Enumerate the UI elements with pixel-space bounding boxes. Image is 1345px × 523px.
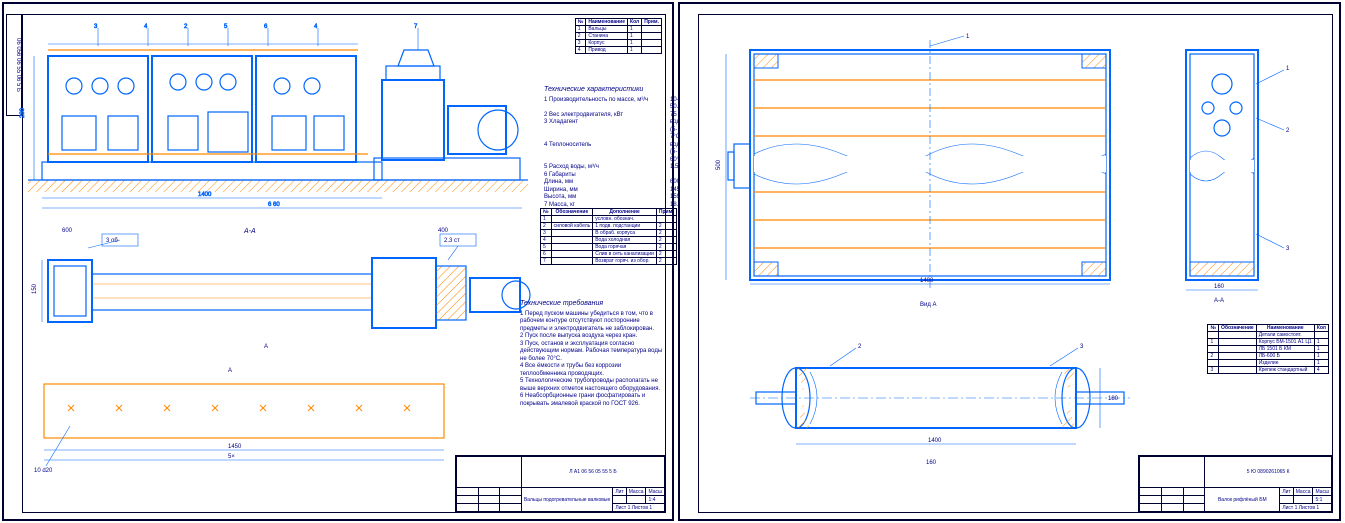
view-label-a: А-А (244, 228, 256, 235)
svg-text:1400: 1400 (928, 438, 942, 444)
svg-text:1450: 1450 (228, 444, 242, 450)
svg-text:4: 4 (144, 24, 148, 30)
svg-text:A: A (228, 368, 232, 374)
svg-text:2: 2 (1286, 128, 1290, 134)
svg-text:2: 2 (184, 24, 188, 30)
sheet1-foundation-view: A 1450 5× 10 d20 (28, 366, 468, 476)
zones-table: №ОбозначениеДополнениеПрим. 1условн. обо… (540, 208, 677, 265)
drawing-sheet-2: 1 1400 500 Вид A 1 2 3 А-А 160 (678, 2, 1341, 521)
svg-text:150: 150 (32, 283, 38, 294)
sheet2-main-view: 1 1400 500 Вид A (720, 34, 1140, 314)
svg-text:600: 600 (62, 228, 73, 234)
balloon: 3 (94, 24, 98, 30)
svg-text:1: 1 (1286, 66, 1290, 72)
title-block-1: Л А1 06 56 05 55 5 Б Вальцы подогревател… (455, 455, 666, 513)
svg-text:1400: 1400 (920, 278, 934, 284)
svg-text:А-А: А-А (1214, 298, 1224, 304)
svg-text:160: 160 (1214, 284, 1225, 290)
tech-characteristics: Технические характеристики 1 Производите… (544, 86, 668, 209)
sheet1-sidecode: 06 056 06 55 06 5 Б (6, 14, 22, 116)
svg-text:1400: 1400 (198, 192, 212, 198)
svg-text:180: 180 (1108, 396, 1119, 402)
svg-text:Вид A: Вид A (920, 302, 937, 308)
svg-text:6 60: 6 60 (268, 202, 280, 208)
svg-text:5×: 5× (228, 454, 235, 460)
sheet2-axial-view: 1400 180 2 3 160 (750, 340, 1130, 470)
title-block-2: 5 Ю 0890261065 К Валок рифлёный БМЛитМас… (1138, 455, 1333, 513)
sheet1-front-view: 3 4 2 5 6 4 7 1400 6 60 280 (28, 22, 528, 207)
svg-text:400: 400 (438, 228, 449, 234)
drawing-sheet-1: 06 056 06 55 06 5 Б (2, 2, 674, 521)
svg-text:6: 6 (264, 24, 268, 30)
svg-text:2.3 ст: 2.3 ст (444, 238, 460, 244)
sheet2-side-view: 1 2 3 А-А 160 (1156, 34, 1306, 314)
parts-table: №НаименованиеКолПрим. 1Вальцы1 2Станина1… (575, 18, 662, 54)
svg-text:1: 1 (966, 34, 970, 40)
svg-text:500: 500 (716, 159, 722, 170)
spec-table: №ОбозначениеНаименованиеКол Детали самос… (1207, 324, 1329, 374)
svg-text:5: 5 (224, 24, 228, 30)
svg-text:10 d20: 10 d20 (34, 468, 53, 474)
svg-text:3: 3 (1080, 344, 1084, 350)
svg-text:3: 3 (1286, 246, 1290, 252)
sheet1-plan-view: 3 об 2.3 ст 600 400 150 А (28, 230, 528, 350)
svg-text:280: 280 (20, 107, 26, 118)
svg-text:160: 160 (926, 460, 937, 466)
svg-text:4: 4 (314, 24, 318, 30)
svg-text:2: 2 (858, 344, 862, 350)
svg-text:7: 7 (414, 24, 418, 30)
section-label-a: А (264, 344, 268, 350)
tech-requirements: Технические требования 1 Перед пуском ма… (520, 300, 668, 408)
